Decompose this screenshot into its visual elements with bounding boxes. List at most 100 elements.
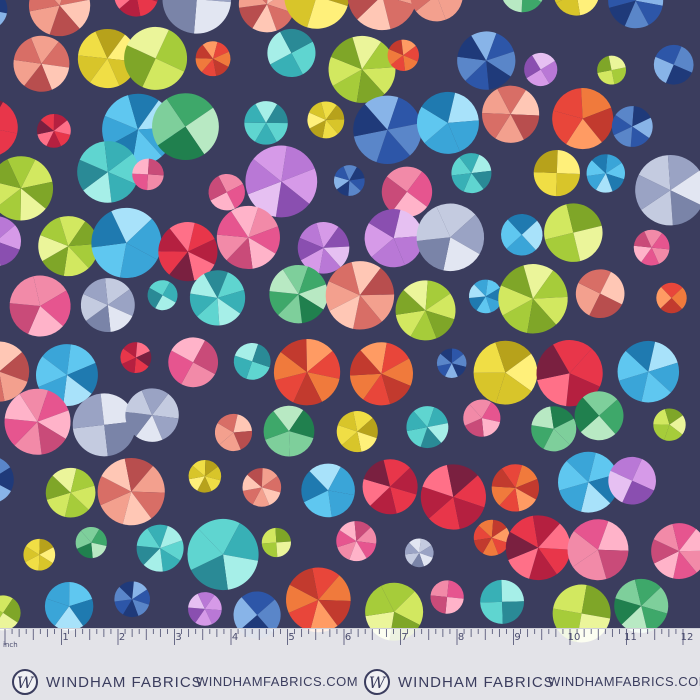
- pie-dot: [544, 203, 603, 262]
- pie-dot-slice: [0, 101, 18, 134]
- pie-dot-slice: [430, 595, 448, 614]
- pie-dot: [420, 464, 486, 530]
- pie-dot: [533, 149, 580, 197]
- pie-dot-slice: [132, 173, 148, 191]
- pie-dot: [91, 207, 162, 278]
- pie-dot: [364, 209, 423, 268]
- pie-dot: [653, 44, 694, 85]
- pie-dot: [152, 93, 219, 161]
- pie-dot: [0, 100, 18, 155]
- pie-dot-slice: [447, 580, 464, 599]
- pie-dot: [333, 165, 365, 196]
- ruler-number: 12: [680, 632, 694, 643]
- pie-dot: [597, 55, 627, 85]
- pie-dot: [125, 388, 179, 442]
- pie-dot: [189, 270, 246, 326]
- pie-dot: [162, 0, 231, 34]
- pie-dot: [608, 456, 656, 505]
- pie-dot-slice: [261, 527, 277, 544]
- pie-dot: [13, 35, 70, 92]
- pie-dot-slice: [193, 0, 231, 34]
- pie-dot-slice: [162, 0, 197, 34]
- ruler-number: 7: [401, 632, 408, 643]
- ruler-number: 1: [62, 632, 69, 643]
- pie-dot: [404, 538, 434, 568]
- pie-dot: [586, 154, 625, 193]
- pie-dot: [651, 523, 700, 579]
- pie-dot: [325, 261, 395, 330]
- pie-dot-slice: [445, 597, 464, 614]
- pie-dot: [336, 411, 378, 453]
- pie-dot: [567, 519, 629, 581]
- dot-pattern: [0, 0, 700, 643]
- brand-name: WINDHAM FABRICS: [46, 673, 203, 691]
- pie-dot: [336, 521, 377, 562]
- pie-dot: [617, 340, 680, 403]
- brand-name: WINDHAM FABRICS: [398, 673, 555, 691]
- pie-dot: [575, 269, 625, 318]
- pie-dot: [491, 464, 540, 512]
- windham-logo-icon: W: [12, 669, 38, 695]
- pie-dot: [301, 463, 355, 518]
- pie-dot: [77, 141, 139, 203]
- pie-dot: [633, 229, 670, 266]
- pie-dot-slice: [556, 149, 580, 174]
- pie-dot-slice: [555, 173, 580, 197]
- pie-dot-slice: [480, 579, 503, 603]
- pie-dot: [430, 580, 464, 614]
- pie-dot-slice: [0, 0, 8, 14]
- pie-dot: [267, 28, 316, 78]
- pie-dot: [273, 339, 341, 406]
- pie-dot: [505, 515, 571, 581]
- pie-dot-slice: [147, 174, 164, 191]
- pie-dot: [502, 0, 543, 13]
- pie-dot: [0, 0, 8, 25]
- pie-dot: [531, 406, 577, 452]
- pie-dot: [120, 342, 152, 374]
- pie-dot-slice: [261, 542, 278, 558]
- pie-dot-slice: [147, 158, 164, 176]
- pie-dot-slice: [556, 0, 581, 16]
- pie-dot-slice: [553, 584, 587, 614]
- pie-dot: [349, 342, 413, 406]
- pie-dot: [473, 340, 538, 405]
- pie-dot: [188, 592, 222, 626]
- pie-dot: [244, 101, 288, 145]
- pie-dot: [36, 113, 71, 148]
- pie-dot: [245, 145, 318, 218]
- ruler-number: 2: [118, 632, 126, 643]
- brand-url[interactable]: WINDHAMFABRICS.COM: [196, 674, 358, 689]
- pie-dot: [416, 203, 485, 272]
- brand-url[interactable]: WINDHAMFABRICS.COM: [548, 674, 700, 689]
- pie-dot-slice: [501, 579, 525, 602]
- pie-dot: [75, 526, 107, 559]
- pie-dot: [410, 0, 463, 22]
- pie-dot: [0, 156, 54, 221]
- pie-dot: [114, 0, 158, 17]
- pie-dot: [195, 41, 231, 77]
- pie-dot: [44, 582, 94, 631]
- pie-dot-slice: [72, 424, 108, 457]
- pie-dot: [136, 524, 184, 572]
- pie-dot: [463, 399, 501, 437]
- pie-dot: [554, 0, 599, 16]
- pie-dot: [524, 52, 558, 87]
- brand-block-right: W WINDHAM FABRICS: [364, 667, 555, 697]
- pie-dot: [45, 467, 96, 518]
- pie-dot: [353, 95, 422, 164]
- pie-dot: [114, 581, 150, 618]
- pie-dot: [261, 527, 291, 558]
- ruler-number: 11: [624, 632, 637, 643]
- pie-dot: [286, 567, 351, 633]
- pie-dot: [406, 406, 449, 449]
- pie-dot: [38, 216, 99, 277]
- pie-dot: [552, 88, 614, 150]
- pie-dot: [473, 519, 510, 556]
- ruler-number: 3: [175, 632, 182, 643]
- ruler-number: 8: [457, 632, 465, 643]
- pie-dot: [0, 458, 14, 502]
- pie-dot-slice: [581, 584, 611, 619]
- pie-dot: [457, 31, 516, 90]
- pie-dot: [501, 213, 543, 256]
- pie-dot: [451, 153, 492, 194]
